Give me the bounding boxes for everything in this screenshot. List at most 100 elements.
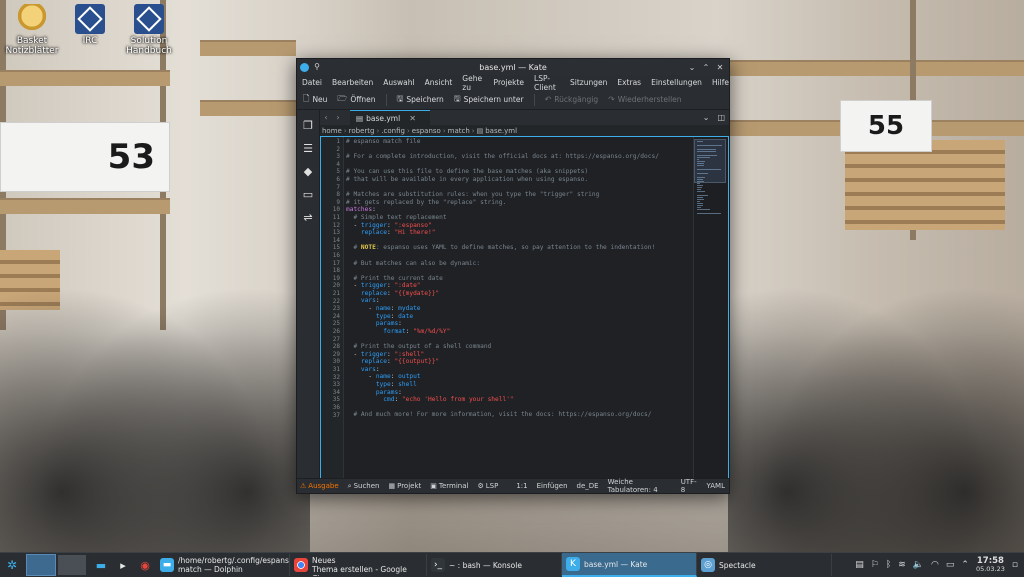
file-type[interactable]: YAML	[707, 482, 729, 490]
code-line[interactable]: type: date	[346, 313, 694, 321]
task-spectacle[interactable]: ◎ Spectacle	[697, 554, 832, 576]
code-line[interactable]	[346, 161, 694, 169]
code-line[interactable]	[346, 146, 694, 154]
code-line[interactable]: # And much more! For more information, v…	[346, 411, 694, 419]
menu-ansicht[interactable]: Ansicht	[425, 78, 453, 87]
code-line[interactable]	[346, 184, 694, 192]
menu-lsp-client[interactable]: LSP-Client	[534, 74, 560, 92]
clipboard-icon[interactable]: ▤	[855, 560, 864, 570]
desktop-icon-basket[interactable]: Basket Notizblätter	[0, 4, 64, 56]
code-line[interactable]	[346, 404, 694, 412]
virtual-desktop-2[interactable]	[58, 555, 86, 575]
menu-hilfe[interactable]: Hilfe	[712, 78, 729, 87]
code-line[interactable]: - trigger: ":espanso"	[346, 222, 694, 230]
project-toggle[interactable]: ▦ Projekt	[388, 482, 421, 490]
back-icon[interactable]: ‹	[320, 113, 332, 122]
menu-auswahl[interactable]: Auswahl	[383, 78, 414, 87]
menu-datei[interactable]: Datei	[302, 78, 322, 87]
code-line[interactable]: # Print the output of a shell command	[346, 343, 694, 351]
code-line[interactable]	[346, 237, 694, 245]
menu-projekte[interactable]: Projekte	[494, 78, 525, 87]
tab-base-yml[interactable]: ▤ base.yml ✕	[350, 109, 430, 126]
code-line[interactable]: # For a complete introduction, visit the…	[346, 153, 694, 161]
indentation-settings[interactable]: Weiche Tabulatoren: 4	[608, 478, 672, 493]
code-line[interactable]: matches:	[346, 206, 694, 214]
code-line[interactable]: - trigger: ":shell"	[346, 351, 694, 359]
minimize-icon[interactable]: ⌄	[688, 63, 696, 72]
pin-icon[interactable]: ⚲	[313, 62, 321, 71]
menu-einstellungen[interactable]: Einstellungen	[651, 78, 702, 87]
code-line[interactable]: # Simple text replacement	[346, 214, 694, 222]
minimap[interactable]	[694, 139, 726, 214]
crumb-espanso[interactable]: espanso	[412, 127, 441, 135]
tray-expand-icon[interactable]: ⌃	[961, 560, 969, 570]
task-konsole[interactable]: ›_ ~ : bash — Konsole	[427, 554, 562, 576]
forward-icon[interactable]: ›	[332, 113, 344, 122]
code-line[interactable]: cmd: "echo 'Hello from your shell'"	[346, 396, 694, 404]
code-line[interactable]: type: shell	[346, 381, 694, 389]
maximize-icon[interactable]: ⌃	[702, 63, 710, 72]
code-line[interactable]: params:	[346, 320, 694, 328]
konsole-launcher-icon[interactable]: ▸	[112, 554, 134, 576]
code-line[interactable]: # Print the current date	[346, 275, 694, 283]
open-button[interactable]: 🗁 Öffnen	[337, 93, 375, 107]
wifi-icon[interactable]: ◠	[931, 560, 939, 570]
virtual-desktop-1[interactable]	[26, 554, 56, 576]
crumb-base-yml[interactable]: base.yml	[485, 127, 517, 135]
task-dolphin[interactable]: ▬ /home/robertg/.config/espanso/ match —…	[156, 554, 290, 576]
menu-gehe-zu[interactable]: Gehe zu	[462, 74, 483, 92]
task-chrome[interactable]: Linux Bibel Oesterreich - Neues Thema er…	[290, 554, 427, 576]
chrome-launcher-icon[interactable]: ◉	[134, 554, 156, 576]
code-line[interactable]: # that will be available in every applic…	[346, 176, 694, 184]
input-mode[interactable]: Einfügen	[537, 482, 568, 490]
terminal-toggle[interactable]: ▣ Terminal	[430, 482, 468, 490]
code-line[interactable]: - name: mydate	[346, 305, 694, 313]
crumb-robertg[interactable]: robertg	[349, 127, 375, 135]
show-desktop-icon[interactable]: ▫	[1012, 560, 1018, 570]
code-line[interactable]	[346, 267, 694, 275]
close-icon[interactable]: ✕	[716, 63, 724, 72]
search-toggle[interactable]: ⌕ Suchen	[348, 482, 380, 491]
code-line[interactable]: replace: "{{output}}"	[346, 358, 694, 366]
menu-bearbeiten[interactable]: Bearbeiten	[332, 78, 373, 87]
code-line[interactable]: - name: output	[346, 373, 694, 381]
filesystem-browser-icon[interactable]: ▭	[301, 187, 315, 201]
desktop-icon-handbook[interactable]: Solution Handbuch	[117, 4, 181, 56]
crumb-config[interactable]: .config	[381, 127, 405, 135]
projects-icon[interactable]: ☰	[301, 141, 315, 155]
code-line[interactable]: format: "%m/%d/%Y"	[346, 328, 694, 336]
git-icon[interactable]: ◆	[301, 164, 315, 178]
dolphin-launcher-icon[interactable]: ▬	[90, 554, 112, 576]
dictionary[interactable]: de_DE	[577, 482, 599, 490]
code-line[interactable]: # But matches can also be dynamic:	[346, 260, 694, 268]
code-line[interactable]: params:	[346, 389, 694, 397]
code-line[interactable]: vars:	[346, 366, 694, 374]
code-line[interactable]	[346, 335, 694, 343]
lsp-toggle[interactable]: ⚙ LSP	[477, 482, 498, 490]
menu-extras[interactable]: Extras	[617, 78, 641, 87]
code-editor[interactable]: 1 2 3 4 5 6 7 8 9 10 11 12 13 14 15 16 17 18 19 20 21 22 23 24 2…	[320, 136, 729, 479]
window-titlebar[interactable]: ⚲ base.yml — Kate ⌄ ⌃ ✕	[297, 59, 729, 75]
code-line[interactable]: # Matches are substitution rules: when y…	[346, 191, 694, 199]
save-as-button[interactable]: 🖫 Speichern unter	[454, 93, 524, 107]
minimap-scrollbar[interactable]	[693, 137, 728, 478]
new-button[interactable]: 🗋 Neu	[303, 93, 327, 107]
code-line[interactable]: vars:	[346, 297, 694, 305]
application-launcher-icon[interactable]: ✲	[0, 553, 24, 577]
undo-button[interactable]: ↶ Rückgängig	[545, 95, 599, 104]
code-area[interactable]: # espanso match file # For a complete in…	[346, 138, 694, 419]
code-line[interactable]: # NOTE: espanso uses YAML to define matc…	[346, 244, 694, 252]
battery-icon[interactable]: ▭	[946, 560, 955, 570]
save-button[interactable]: 🖫 Speichern	[397, 93, 444, 107]
code-line[interactable]: replace: "Hi there!"	[346, 229, 694, 237]
audio-volume-icon[interactable]: 🔈	[913, 560, 924, 570]
crumb-match[interactable]: match	[448, 127, 470, 135]
menu-sitzungen[interactable]: Sitzungen	[570, 78, 607, 87]
digital-clock[interactable]: 17:58 05.03.23	[976, 557, 1005, 573]
code-line[interactable]: replace: "{{mydate}}"	[346, 290, 694, 298]
redo-button[interactable]: ↷ Wiederherstellen	[608, 95, 681, 104]
symbols-icon[interactable]: ⇌	[301, 210, 315, 224]
tab-close-icon[interactable]: ✕	[409, 114, 416, 123]
cursor-position[interactable]: 1:1	[516, 482, 527, 490]
code-line[interactable]: # You can use this file to define the ba…	[346, 168, 694, 176]
